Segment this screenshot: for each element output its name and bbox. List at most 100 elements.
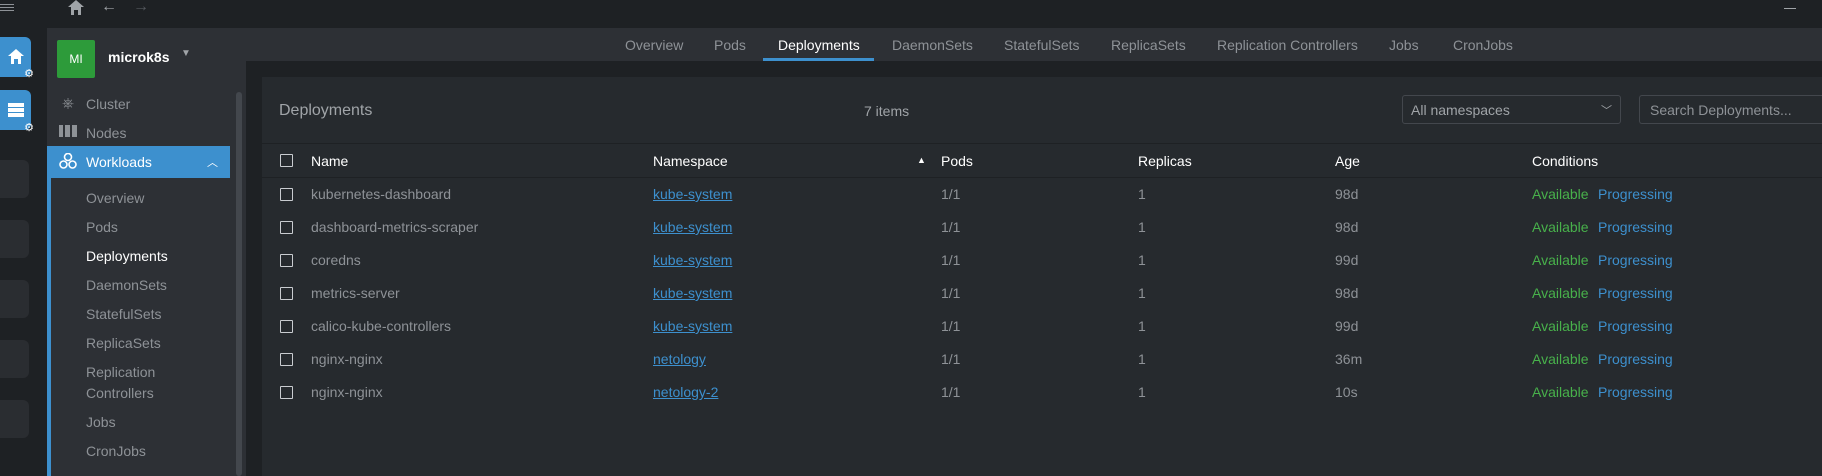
sidebar-subitem-jobs[interactable]: Jobs — [86, 412, 206, 433]
workloads-icon — [59, 152, 77, 171]
sidebar-subitem-daemonsets[interactable]: DaemonSets — [86, 275, 206, 296]
condition-progressing: Progressing — [1598, 219, 1673, 235]
page-title: Deployments — [279, 102, 373, 119]
age: 36m — [1335, 351, 1363, 367]
sidebar-item-cluster[interactable]: ⎈ Cluster — [47, 88, 230, 120]
namespace-link[interactable]: kube-system — [653, 285, 732, 301]
pods-count: 1/1 — [941, 186, 961, 202]
row-checkbox[interactable] — [280, 254, 293, 267]
column-conditions[interactable]: Conditions — [1532, 153, 1598, 169]
column-namespace[interactable]: Namespace — [653, 153, 728, 169]
deployment-name: nginx-nginx — [311, 351, 383, 367]
sidebar-item-workloads[interactable]: Workloads ︿ — [47, 146, 230, 178]
sidebar-subitem-replication-controllers[interactable]: Replication Controllers — [86, 362, 176, 404]
hotbar-slot[interactable] — [0, 160, 29, 198]
arrow-left-icon[interactable]: ← — [101, 0, 117, 16]
hotbar-slot[interactable] — [0, 220, 29, 258]
table-row[interactable]: nginx-nginx netology-2 1/1 1 10s Availab… — [262, 376, 1822, 409]
tab-replicasets[interactable]: ReplicaSets — [1111, 37, 1186, 53]
column-replicas[interactable]: Replicas — [1138, 153, 1192, 169]
gear-icon[interactable]: ⚙ — [23, 68, 35, 80]
replicas-count: 1 — [1138, 186, 1146, 202]
age: 10s — [1335, 384, 1358, 400]
deployments-panel: Deployments 7 items All namespaces ﹀ Nam… — [262, 77, 1822, 476]
tab-replication-controllers[interactable]: Replication Controllers — [1217, 37, 1358, 53]
deployment-name: dashboard-metrics-scraper — [311, 219, 479, 235]
deployment-name: kubernetes-dashboard — [311, 186, 452, 202]
chevron-up-icon[interactable]: ︿ — [207, 154, 218, 170]
pods-count: 1/1 — [941, 351, 961, 367]
hotbar-slot[interactable] — [0, 340, 29, 378]
column-pods[interactable]: Pods — [941, 153, 973, 169]
panel-header: Deployments 7 items All namespaces ﹀ — [262, 77, 1822, 144]
cluster-selector[interactable]: MI microk8s ▼ — [47, 28, 246, 84]
tab-statefulsets[interactable]: StatefulSets — [1004, 37, 1080, 53]
namespace-link[interactable]: kube-system — [653, 219, 732, 235]
select-all-checkbox[interactable] — [280, 154, 293, 167]
sidebar-subitem-pods[interactable]: Pods — [86, 217, 206, 238]
column-name[interactable]: Name — [311, 153, 348, 169]
chevron-down-icon: ﹀ — [1601, 105, 1612, 117]
namespace-link[interactable]: kube-system — [653, 252, 732, 268]
search-input[interactable] — [1639, 95, 1822, 124]
sidebar-subitem-deployments[interactable]: Deployments — [86, 246, 206, 267]
row-checkbox[interactable] — [280, 287, 293, 300]
helm-icon: ⎈ — [61, 95, 74, 112]
condition-progressing: Progressing — [1598, 351, 1673, 367]
sidebar-subitem-cronjobs[interactable]: CronJobs — [86, 441, 206, 462]
table-row[interactable]: dashboard-metrics-scraper kube-system 1/… — [262, 211, 1822, 244]
table-row[interactable]: kubernetes-dashboard kube-system 1/1 1 9… — [262, 178, 1822, 211]
row-checkbox[interactable] — [280, 386, 293, 399]
sidebar-subitem-statefulsets[interactable]: StatefulSets — [86, 304, 206, 325]
condition-available: Available — [1532, 285, 1589, 301]
replicas-count: 1 — [1138, 252, 1146, 268]
table-row[interactable]: coredns kube-system 1/1 1 99d Available … — [262, 244, 1822, 277]
sidebar-item-nodes[interactable]: Nodes — [47, 117, 230, 149]
hotbar-slot[interactable] — [0, 280, 29, 318]
condition-available: Available — [1532, 351, 1589, 367]
sidebar-subitem-replicasets[interactable]: ReplicaSets — [86, 333, 206, 354]
sort-asc-icon[interactable]: ▲ — [917, 155, 926, 165]
minimize-button[interactable] — [1784, 8, 1796, 9]
caret-down-icon[interactable]: ▼ — [181, 48, 191, 59]
deployment-name: metrics-server — [311, 285, 400, 301]
sidebar-item-label: Cluster — [86, 96, 131, 112]
submenu-indicator — [47, 153, 51, 476]
home-icon[interactable] — [68, 0, 84, 20]
hamburger-icon[interactable] — [0, 2, 14, 14]
age: 98d — [1335, 186, 1359, 202]
tab-overview[interactable]: Overview — [625, 37, 683, 53]
namespace-link[interactable]: kube-system — [653, 318, 732, 334]
table-row[interactable]: nginx-nginx netology 1/1 1 36m Available… — [262, 343, 1822, 376]
gear-icon[interactable]: ⚙ — [23, 122, 35, 134]
replicas-count: 1 — [1138, 285, 1146, 301]
tab-pods[interactable]: Pods — [714, 37, 746, 53]
table-row[interactable]: metrics-server kube-system 1/1 1 98d Ava… — [262, 277, 1822, 310]
tab-jobs[interactable]: Jobs — [1389, 37, 1419, 53]
replicas-count: 1 — [1138, 318, 1146, 334]
tab-daemonsets[interactable]: DaemonSets — [892, 37, 973, 53]
namespace-link[interactable]: netology — [653, 351, 706, 367]
sidebar-subitem-overview[interactable]: Overview — [86, 188, 206, 209]
condition-progressing: Progressing — [1598, 384, 1673, 400]
row-checkbox[interactable] — [280, 188, 293, 201]
condition-available: Available — [1532, 186, 1589, 202]
condition-progressing: Progressing — [1598, 186, 1673, 202]
row-checkbox[interactable] — [280, 320, 293, 333]
namespace-link[interactable]: netology-2 — [653, 384, 718, 400]
arrow-right-icon[interactable]: → — [133, 0, 149, 16]
namespace-select[interactable]: All namespaces ﹀ — [1402, 95, 1621, 124]
tab-deployments[interactable]: Deployments — [778, 37, 860, 53]
tab-cronjobs[interactable]: CronJobs — [1453, 37, 1513, 53]
sidebar-scrollbar[interactable] — [236, 92, 242, 476]
row-checkbox[interactable] — [280, 221, 293, 234]
hotbar-slot[interactable] — [0, 400, 29, 438]
item-count: 7 items — [864, 103, 910, 119]
pods-count: 1/1 — [941, 252, 961, 268]
column-age[interactable]: Age — [1335, 153, 1360, 169]
deployment-name: calico-kube-controllers — [311, 318, 452, 334]
pods-count: 1/1 — [941, 285, 961, 301]
namespace-link[interactable]: kube-system — [653, 186, 732, 202]
row-checkbox[interactable] — [280, 353, 293, 366]
table-row[interactable]: calico-kube-controllers kube-system 1/1 … — [262, 310, 1822, 343]
